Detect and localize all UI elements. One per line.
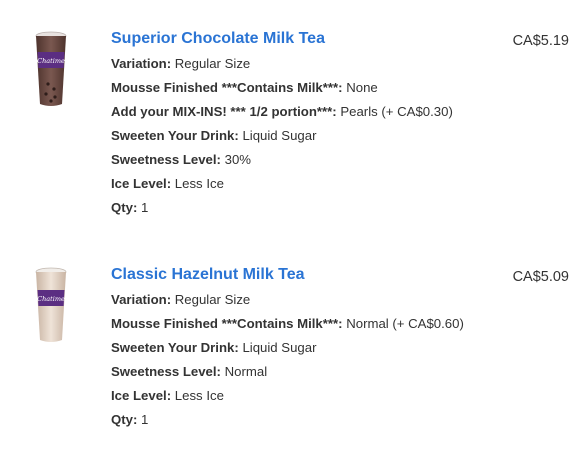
detail-label: Ice Level: bbox=[111, 388, 172, 403]
detail-value: Liquid Sugar bbox=[242, 128, 317, 143]
item-details: Variation: Regular Size Mousse Finished … bbox=[111, 288, 471, 432]
product-name[interactable]: Superior Chocolate Milk Tea bbox=[111, 29, 325, 49]
detail-label: Sweeten Your Drink: bbox=[111, 128, 239, 143]
detail-variation: Variation: Regular Size bbox=[111, 52, 471, 76]
detail-label: Add your MIX-INS! *** 1/2 portion***: bbox=[111, 104, 337, 119]
detail-sweetness: Sweetness Level: Normal bbox=[111, 360, 471, 384]
detail-qty: Qty: 1 bbox=[111, 196, 471, 220]
detail-value: 30% bbox=[224, 152, 252, 167]
detail-value: Less Ice bbox=[174, 176, 224, 191]
detail-value: Normal (+ CA$0.60) bbox=[346, 316, 464, 331]
chocolate-milk-tea-cup-icon[interactable]: Chatime bbox=[18, 28, 84, 112]
detail-value: Less Ice bbox=[174, 388, 224, 403]
detail-ice: Ice Level: Less Ice bbox=[111, 172, 471, 196]
detail-value: Regular Size bbox=[174, 292, 251, 307]
detail-mix-ins: Add your MIX-INS! *** 1/2 portion***: Pe… bbox=[111, 100, 471, 124]
detail-value: Pearls (+ CA$0.30) bbox=[340, 104, 453, 119]
detail-label: Qty: bbox=[111, 412, 138, 427]
detail-sweetener: Sweeten Your Drink: Liquid Sugar bbox=[111, 124, 471, 148]
detail-value: 1 bbox=[141, 412, 149, 427]
detail-mousse: Mousse Finished ***Contains Milk***: Non… bbox=[111, 76, 471, 100]
detail-sweetness: Sweetness Level: 30% bbox=[111, 148, 471, 172]
detail-label: Ice Level: bbox=[111, 176, 172, 191]
detail-value: Liquid Sugar bbox=[242, 340, 317, 355]
detail-value: None bbox=[346, 80, 378, 95]
detail-label: Qty: bbox=[111, 200, 138, 215]
detail-label: Mousse Finished ***Contains Milk***: bbox=[111, 316, 343, 331]
product-name[interactable]: Classic Hazelnut Milk Tea bbox=[111, 265, 305, 285]
detail-label: Sweetness Level: bbox=[111, 364, 221, 379]
detail-variation: Variation: Regular Size bbox=[111, 288, 471, 312]
product-price: CA$5.09 bbox=[512, 269, 569, 285]
detail-label: Variation: bbox=[111, 56, 172, 71]
hazelnut-milk-tea-cup-icon[interactable]: Chatime bbox=[18, 264, 84, 348]
detail-sweetener: Sweeten Your Drink: Liquid Sugar bbox=[111, 336, 471, 360]
detail-label: Mousse Finished ***Contains Milk***: bbox=[111, 80, 343, 95]
svg-text:Chatime: Chatime bbox=[37, 295, 65, 303]
detail-value: Normal bbox=[224, 364, 268, 379]
detail-value: 1 bbox=[141, 200, 149, 215]
detail-label: Sweetness Level: bbox=[111, 152, 221, 167]
detail-label: Variation: bbox=[111, 292, 172, 307]
detail-value: Regular Size bbox=[174, 56, 251, 71]
detail-qty: Qty: 1 bbox=[111, 408, 471, 432]
product-price: CA$5.19 bbox=[512, 33, 569, 49]
detail-label: Sweeten Your Drink: bbox=[111, 340, 239, 355]
detail-mousse: Mousse Finished ***Contains Milk***: Nor… bbox=[111, 312, 471, 336]
detail-ice: Ice Level: Less Ice bbox=[111, 384, 471, 408]
svg-text:Chatime: Chatime bbox=[37, 57, 65, 65]
item-details: Variation: Regular Size Mousse Finished … bbox=[111, 52, 471, 220]
